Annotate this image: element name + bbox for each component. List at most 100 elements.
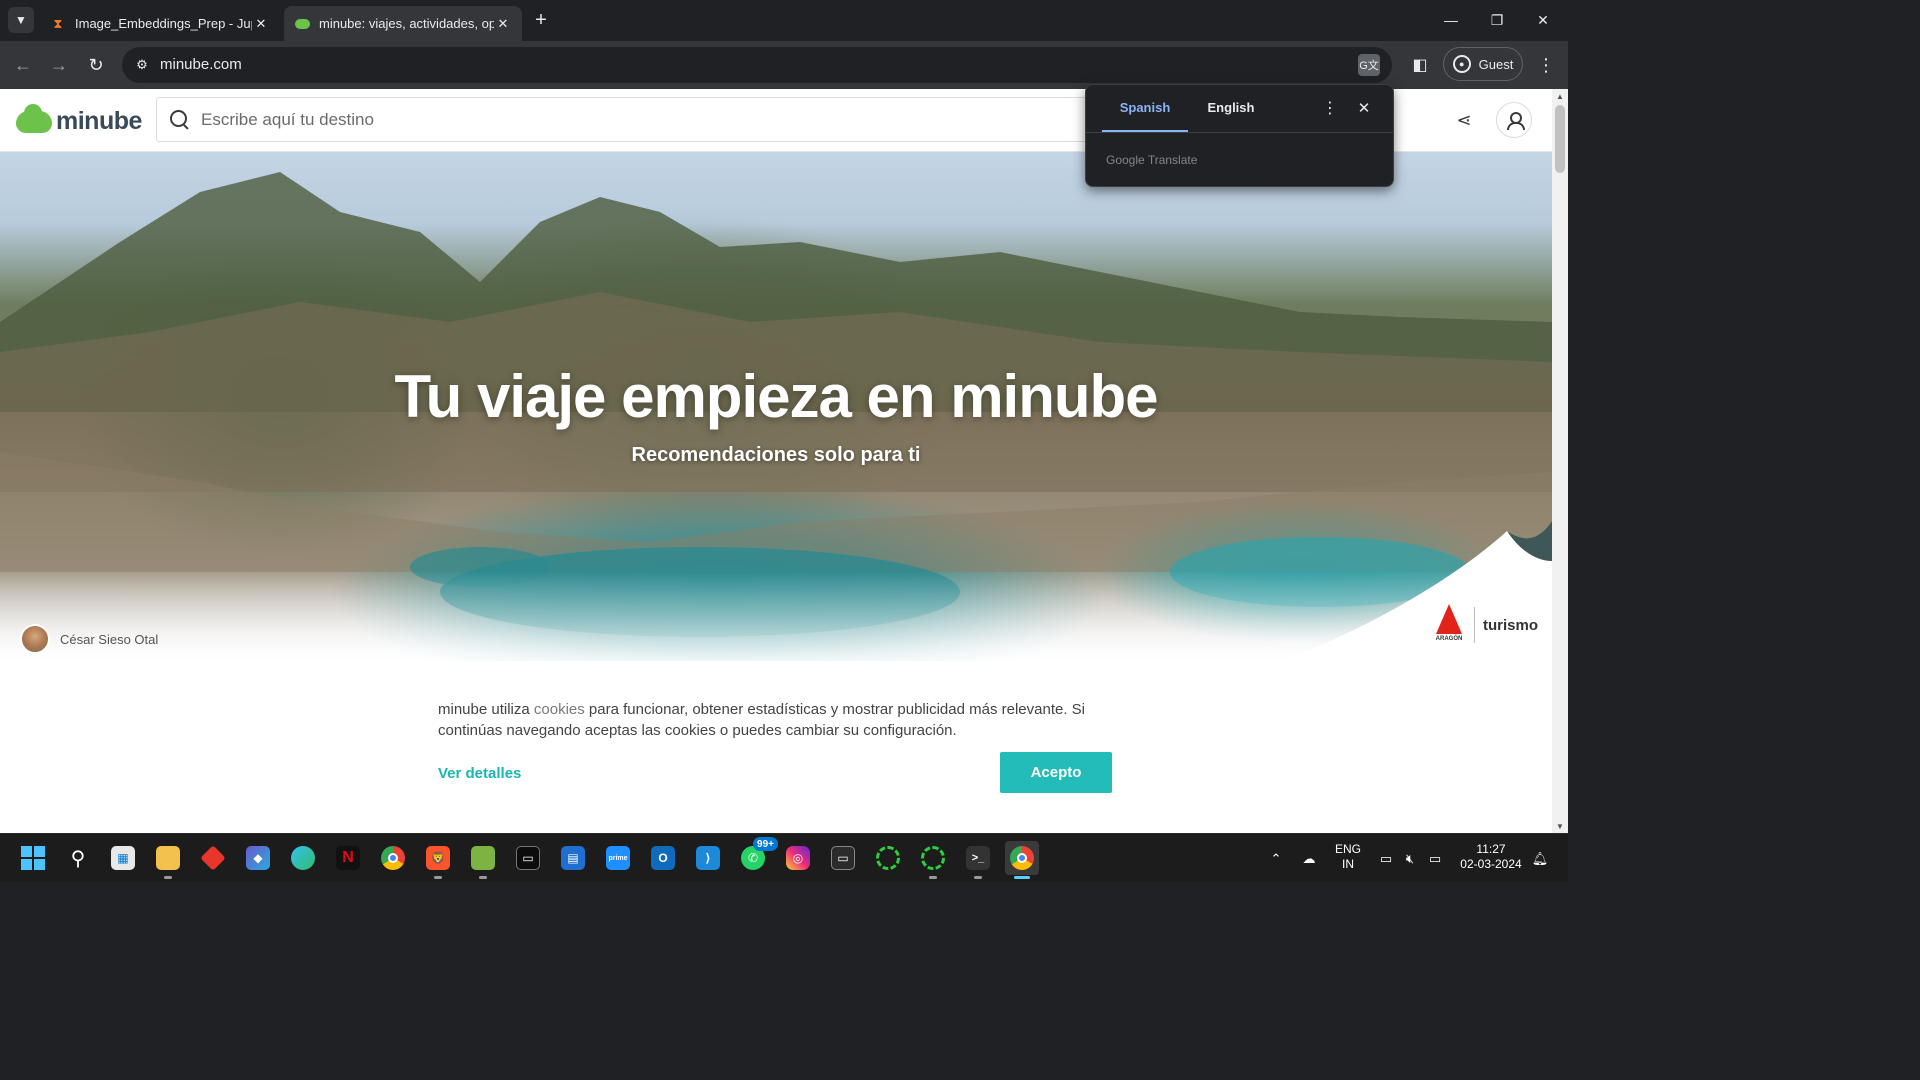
cookie-text: minube utiliza cookies para funcionar, o… (438, 701, 1086, 739)
onedrive-icon[interactable]: ☁ (1297, 842, 1321, 876)
translate-icon[interactable]: G文 (1358, 54, 1380, 76)
sponsor-aragon-turismo[interactable]: ARAGÓN turismo (1432, 604, 1538, 646)
scrollbar-thumb[interactable] (1555, 105, 1565, 173)
taskbar-app-store[interactable]: ▦ (106, 841, 140, 875)
profile-button[interactable]: ● Guest (1443, 47, 1523, 81)
tab-jupyter[interactable]: ⧗ Image_Embeddings_Prep - Jupyter ✕ (40, 6, 280, 41)
taskbar-search-button[interactable]: ⚲ (61, 841, 95, 875)
close-icon[interactable]: ✕ (1354, 97, 1374, 119)
browser-tabstrip: ▼ ⧗ Image_Embeddings_Prep - Jupyter ✕ mi… (0, 0, 1568, 41)
cookies-link[interactable]: cookies (534, 701, 585, 718)
hourglass-icon: ⧗ (53, 15, 63, 31)
site-info-icon[interactable]: ⚙ (132, 55, 152, 75)
taskbar-app-spinner-2[interactable] (916, 841, 950, 879)
taskbar-app-widgets[interactable]: ▤ (556, 841, 590, 875)
taskbar-app-cmd[interactable]: >_ (961, 841, 995, 879)
outlook-icon: O (651, 846, 675, 870)
translate-brand: Google Translate (1106, 153, 1198, 167)
taskbar-app-prime-video[interactable]: prime (601, 841, 635, 875)
taskbar-app-edge[interactable] (286, 841, 320, 875)
cookie-accept-button[interactable]: Acepto (1000, 752, 1112, 793)
cmd-icon: >_ (966, 846, 990, 870)
user-account-button[interactable] (1496, 102, 1532, 138)
cookie-banner: minube utiliza cookies para funcionar, o… (438, 699, 1118, 793)
chrome-icon (1010, 846, 1034, 870)
photo-credit[interactable]: César Sieso Otal (20, 624, 158, 654)
taskbar-app-file-explorer[interactable] (151, 841, 185, 879)
restore-button[interactable]: ❐ (1474, 0, 1520, 40)
translate-tab-english[interactable]: English (1188, 85, 1274, 132)
page-viewport: minube Escribe aquí tu destino ⋖ Tu viaj… (0, 89, 1552, 833)
new-tab-button[interactable]: + (530, 9, 552, 31)
address-bar[interactable]: ⚙ minube.com G文 (122, 47, 1392, 83)
volume-muted-icon[interactable]: 🔇︎ (1400, 842, 1420, 876)
taskbar-app-brave[interactable]: 🦁 (421, 841, 455, 879)
network-icon[interactable]: ▭ (1376, 842, 1396, 876)
forward-button[interactable]: → (45, 51, 73, 79)
translate-popup: Spanish English ⋮ ✕ Google Translate (1085, 84, 1394, 187)
taskbar-app-terminal[interactable]: ▭ (511, 841, 545, 875)
taskbar-app-chrome-active[interactable] (1005, 841, 1039, 879)
terminal-icon: ▭ (516, 846, 540, 870)
chrome-icon (381, 846, 405, 870)
scroll-down-icon[interactable]: ▼ (1552, 819, 1568, 833)
taskbar-app-instagram[interactable]: ◎ (781, 841, 815, 875)
close-icon[interactable]: ✕ (494, 15, 512, 33)
minimize-button[interactable]: — (1428, 0, 1474, 40)
taskbar-app-spinner-1[interactable] (871, 841, 905, 875)
taskbar-app-vscode[interactable]: ⟩ (691, 841, 725, 875)
taskbar-app-outlook[interactable]: O (646, 841, 680, 875)
tab-search-button[interactable]: ▼ (8, 7, 34, 33)
url-text[interactable]: minube.com (160, 56, 242, 73)
scroll-up-icon[interactable]: ▲ (1552, 89, 1568, 103)
notification-badge: 99+ (753, 837, 778, 851)
page-scrollbar[interactable]: ▲ ▼ (1552, 89, 1568, 833)
windows-logo-icon (21, 846, 45, 870)
photo-author-name[interactable]: César Sieso Otal (60, 632, 158, 647)
circular-app-icon (921, 846, 945, 870)
logo-text: minube (56, 107, 142, 135)
sponsor-divider (1474, 607, 1475, 643)
destination-search-input[interactable]: Escribe aquí tu destino (156, 97, 1096, 142)
translate-options-icon[interactable]: ⋮ (1320, 97, 1340, 119)
hero-subtitle: Recomendaciones solo para ti (631, 444, 921, 466)
tab-minube[interactable]: minube: viajes, actividades, opiniones ✕ (284, 6, 522, 41)
taskbar-app-copilot[interactable]: ◆ (241, 841, 275, 875)
side-panel-icon[interactable]: ◧ (1408, 53, 1432, 77)
instagram-icon: ◎ (786, 846, 810, 870)
close-icon[interactable]: ✕ (252, 15, 270, 33)
windows-taskbar: ⚲ ▦ ◆ N 🦁 ▭ ▤ prime O ⟩ ✆ 99+ ◎ ▭ >_ ⌃ ☁… (0, 833, 1568, 882)
edge-icon (291, 846, 315, 870)
more-vertical-icon: ⋮ (1537, 54, 1555, 75)
notification-bell-icon[interactable]: 🔔︎ (1530, 842, 1550, 876)
taskbar-app-chrome[interactable] (376, 841, 410, 875)
taskbar-app-notepad[interactable] (466, 841, 500, 879)
translate-tab-spanish[interactable]: Spanish (1102, 85, 1188, 132)
minube-logo[interactable]: minube (16, 103, 142, 136)
taskbar-app-whatsapp[interactable]: ✆ 99+ (736, 837, 778, 875)
restore-icon: ❐ (1490, 11, 1504, 28)
circular-app-icon (876, 846, 900, 870)
battery-icon[interactable]: ▭ (1424, 842, 1446, 876)
avatar[interactable] (20, 624, 50, 654)
share-icon[interactable]: ⋖ (1452, 108, 1476, 132)
tray-overflow-button[interactable]: ⌃ (1266, 842, 1286, 876)
hero-banner: Tu viaje empieza en minube Recomendacion… (0, 152, 1552, 661)
netflix-icon: N (336, 846, 360, 870)
tab-title: Image_Embeddings_Prep - Jupyter (75, 16, 252, 31)
cookie-details-link[interactable]: Ver detalles (438, 765, 521, 782)
language-indicator[interactable]: ENG IN (1330, 842, 1366, 872)
reload-button[interactable]: ↻ (82, 51, 110, 79)
browser-menu-button[interactable]: ⋮ (1534, 53, 1558, 77)
clock-time: 11:27 (1476, 842, 1506, 856)
region-code: IN (1342, 857, 1354, 871)
language-code: ENG (1334, 842, 1361, 856)
start-button[interactable] (16, 841, 50, 875)
back-button[interactable]: ← (9, 51, 37, 79)
window-close-button[interactable]: ✕ (1520, 0, 1566, 40)
taskbar-app-terminal-2[interactable]: ▭ (826, 841, 860, 875)
translate-divider (1086, 132, 1393, 133)
taskbar-app-red[interactable] (196, 841, 230, 875)
taskbar-app-netflix[interactable]: N (331, 841, 365, 875)
clock[interactable]: 11:27 02-03-2024 (1456, 842, 1526, 872)
